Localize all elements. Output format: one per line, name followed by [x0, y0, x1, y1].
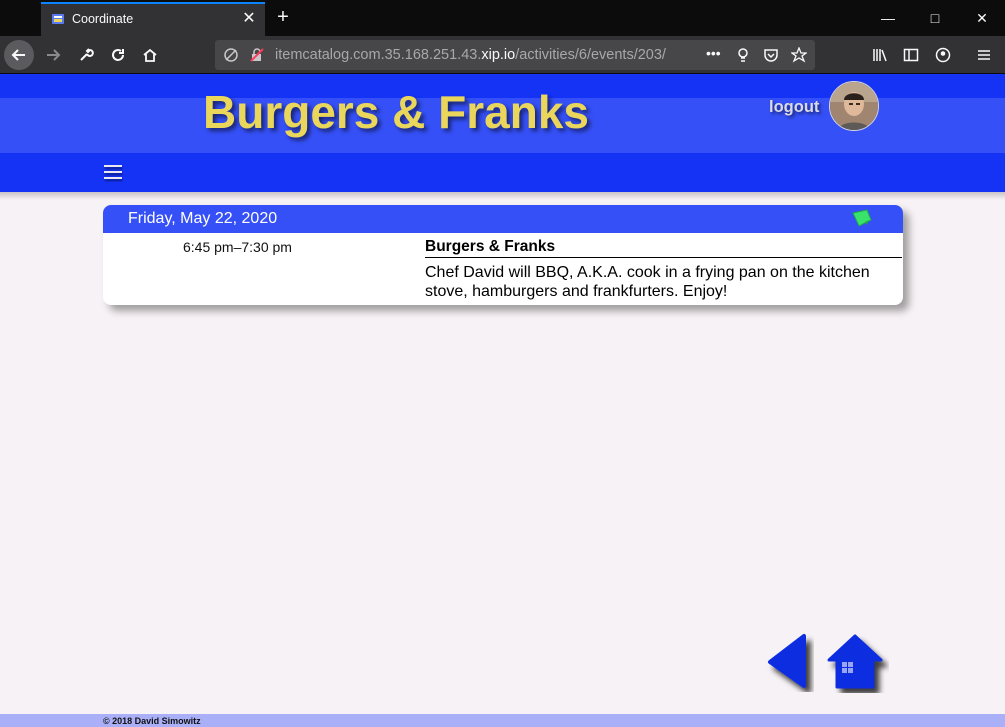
maximize-window-icon[interactable]: □: [912, 0, 958, 36]
browser-home-button[interactable]: [135, 40, 165, 70]
event-card: Friday, May 22, 2020 6:45 pm–7:30 pm Bur…: [103, 205, 903, 305]
close-window-icon[interactable]: ✕: [959, 0, 1005, 36]
app-menu-button[interactable]: [969, 40, 999, 70]
browser-tab-bar: Coordinate ✕ + — □ ✕: [0, 0, 1005, 36]
pocket-icon[interactable]: [763, 47, 779, 63]
home-icon[interactable]: [827, 633, 889, 693]
account-icon: [935, 47, 951, 63]
sidebar-icon: [903, 48, 919, 62]
bookmark-star-icon[interactable]: [791, 47, 807, 63]
minimize-window-icon[interactable]: —: [865, 0, 911, 36]
avatar-photo-icon: [830, 82, 878, 130]
library-button[interactable]: [865, 40, 895, 70]
logout-link[interactable]: logout: [769, 98, 819, 117]
hamburger-menu-icon[interactable]: [103, 162, 123, 182]
event-description: Chef David will BBQ, A.K.A. cook in a fr…: [425, 264, 870, 300]
house-icon: [143, 48, 157, 62]
tab-title: Coordinate: [72, 12, 134, 26]
url-host: xip.io: [481, 47, 516, 63]
app-menu-icon: [978, 50, 990, 60]
new-tab-icon[interactable]: +: [272, 6, 294, 28]
url-prefix: itemcatalog.com.35.168.251.43.: [275, 47, 482, 63]
copyright-text: © 2018 David Simowitz: [103, 716, 201, 726]
url-text: itemcatalog.com.35.168.251.43.xip.io/act…: [275, 47, 666, 63]
forward-icon: [47, 49, 61, 61]
sidebar-button[interactable]: [896, 40, 926, 70]
lightbulb-icon[interactable]: [735, 47, 751, 63]
sticky-note-icon[interactable]: [851, 208, 873, 228]
close-tab-icon[interactable]: ✕: [239, 9, 259, 29]
account-button[interactable]: [928, 40, 958, 70]
browser-toolbar: itemcatalog.com.35.168.251.43.xip.io/act…: [0, 36, 1005, 74]
back-icon: [11, 49, 25, 61]
site-footer: © 2018 David Simowitz: [0, 714, 1005, 727]
address-bar[interactable]: itemcatalog.com.35.168.251.43.xip.io/act…: [215, 40, 815, 70]
event-date: Friday, May 22, 2020: [128, 210, 278, 227]
site-favicon-icon: [52, 14, 64, 24]
reload-button[interactable]: [103, 40, 133, 70]
library-icon: [873, 49, 887, 62]
user-avatar[interactable]: [829, 81, 879, 131]
tracking-protection-icon[interactable]: [223, 47, 239, 63]
event-card-header: Friday, May 22, 2020: [103, 205, 903, 233]
event-title: Burgers & Franks: [425, 238, 902, 258]
page-actions-icon[interactable]: •••: [706, 45, 721, 61]
header-shadow: [0, 192, 1005, 200]
browser-tab[interactable]: Coordinate ✕: [41, 2, 265, 36]
browser-forward-button[interactable]: [38, 40, 68, 70]
site-header: Burgers & Franks logout: [0, 74, 1005, 192]
event-time: 6:45 pm–7:30 pm: [183, 239, 292, 255]
browser-back-button[interactable]: [4, 40, 34, 70]
page-title: Burgers & Franks: [203, 86, 590, 138]
insecure-connection-icon[interactable]: [249, 47, 265, 63]
back-arrow-icon[interactable]: [764, 632, 814, 692]
developer-tools-button[interactable]: [71, 40, 101, 70]
reload-icon: [112, 49, 124, 61]
url-path: /activities/6/events/203/: [515, 47, 666, 63]
wrench-icon: [80, 48, 94, 61]
